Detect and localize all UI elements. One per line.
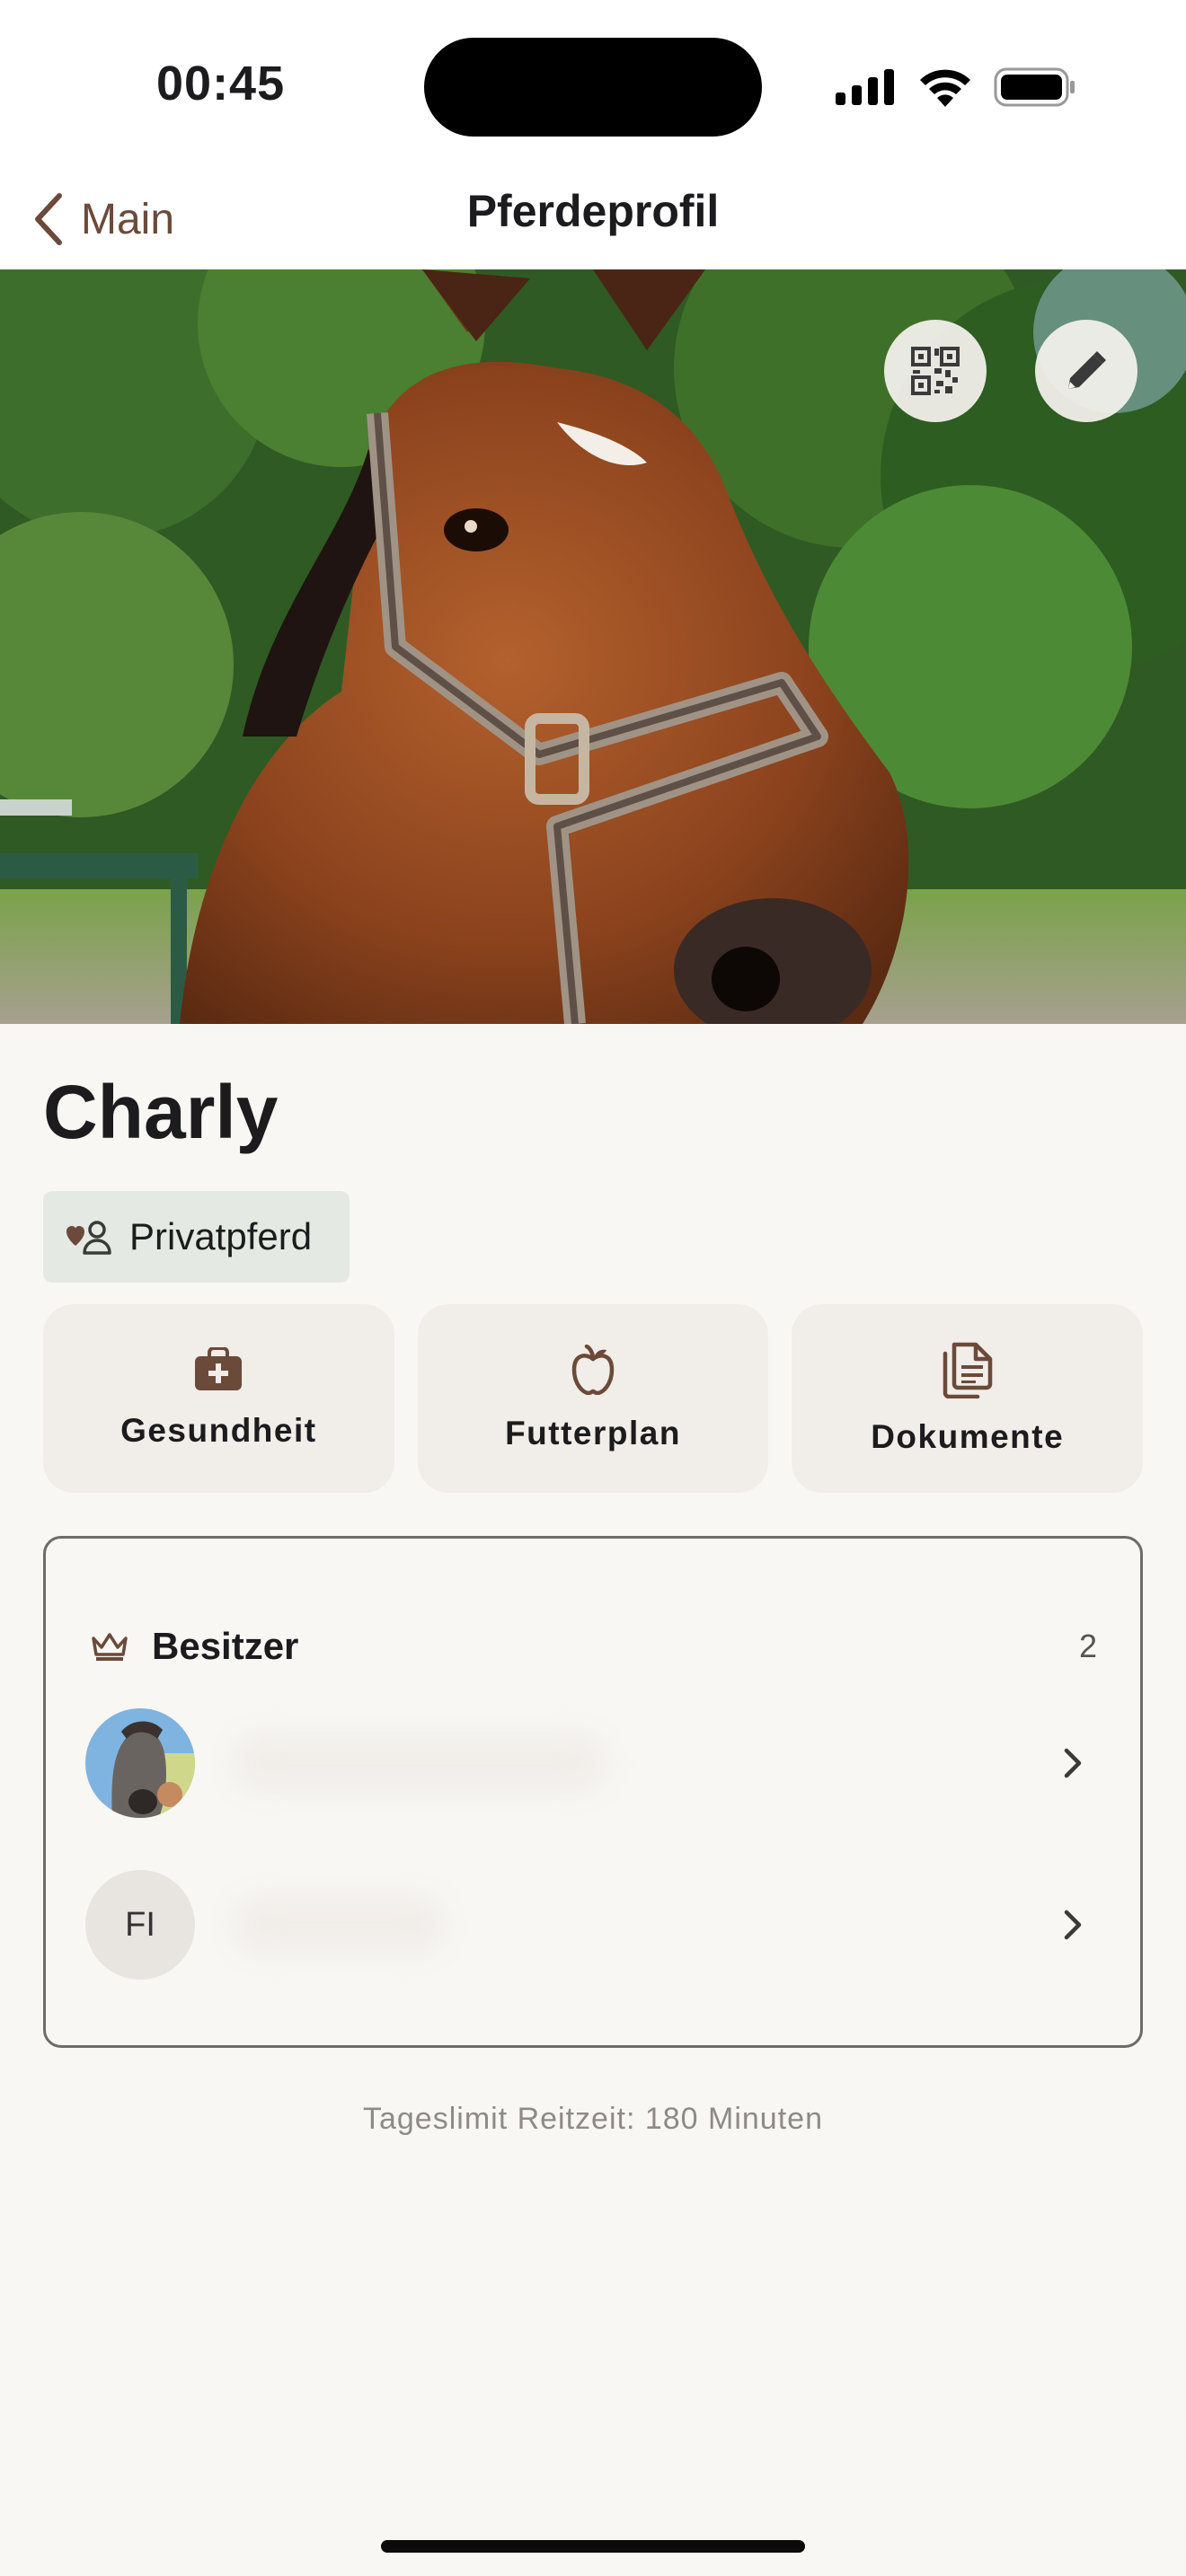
status-time: 00:45 — [156, 57, 286, 110]
crown-icon — [92, 1633, 128, 1661]
heart-person-icon — [66, 1221, 111, 1255]
owners-card: Besitzer 2 FI — [43, 1536, 1143, 2048]
status-icons — [836, 65, 1076, 110]
medical-bag-icon — [195, 1347, 243, 1390]
avatar — [85, 1708, 195, 1818]
horse-photo — [0, 269, 1186, 1024]
home-indicator[interactable] — [381, 2540, 805, 2553]
owner-name-redacted — [231, 1732, 608, 1795]
wifi-icon — [920, 69, 970, 107]
edit-button[interactable] — [1035, 320, 1137, 422]
horse-type-label: Privatpferd — [129, 1215, 313, 1257]
health-label: Gesundheit — [120, 1412, 317, 1449]
documents-button[interactable]: Dokumente — [792, 1304, 1144, 1493]
daily-riding-limit: Tageslimit Reitzeit: 180 Minuten — [362, 2102, 823, 2136]
horse-type-badge: Privatpferd — [43, 1191, 350, 1283]
owner-name-redacted — [231, 1893, 447, 1956]
qr-code-icon — [911, 347, 960, 395]
pencil-icon — [1068, 351, 1106, 389]
dynamic-island — [424, 38, 762, 137]
owners-header: Besitzer 2 — [91, 1619, 1097, 1673]
chevron-right-icon — [1064, 1748, 1082, 1778]
page-title: Pferdeprofil — [466, 186, 720, 236]
owner-row[interactable]: FI — [85, 1869, 1101, 1981]
owners-count: 2 — [1078, 1628, 1097, 1664]
health-button[interactable]: Gesundheit — [43, 1304, 394, 1493]
owners-title: Besitzer — [152, 1625, 299, 1667]
navigation-bar: Main Pferdeprofil — [0, 171, 1186, 269]
documents-icon — [943, 1342, 992, 1398]
avatar-initials: FI — [85, 1870, 195, 1980]
owner-row[interactable] — [85, 1707, 1101, 1819]
chevron-right-icon — [1064, 1910, 1082, 1940]
horse-name: Charly — [43, 1070, 279, 1154]
apple-icon — [571, 1345, 615, 1395]
feeding-plan-label: Futterplan — [505, 1415, 681, 1451]
feeding-plan-button[interactable]: Futterplan — [417, 1304, 769, 1493]
signal-icon — [836, 69, 894, 105]
horse-photo-image — [0, 269, 1186, 1024]
battery-icon — [994, 67, 1075, 107]
documents-label: Dokumente — [871, 1418, 1065, 1455]
qr-code-button[interactable] — [884, 320, 987, 422]
quick-actions: Gesundheit Futterplan Dokumente — [43, 1304, 1144, 1493]
status-bar: 00:45 — [0, 0, 1186, 171]
